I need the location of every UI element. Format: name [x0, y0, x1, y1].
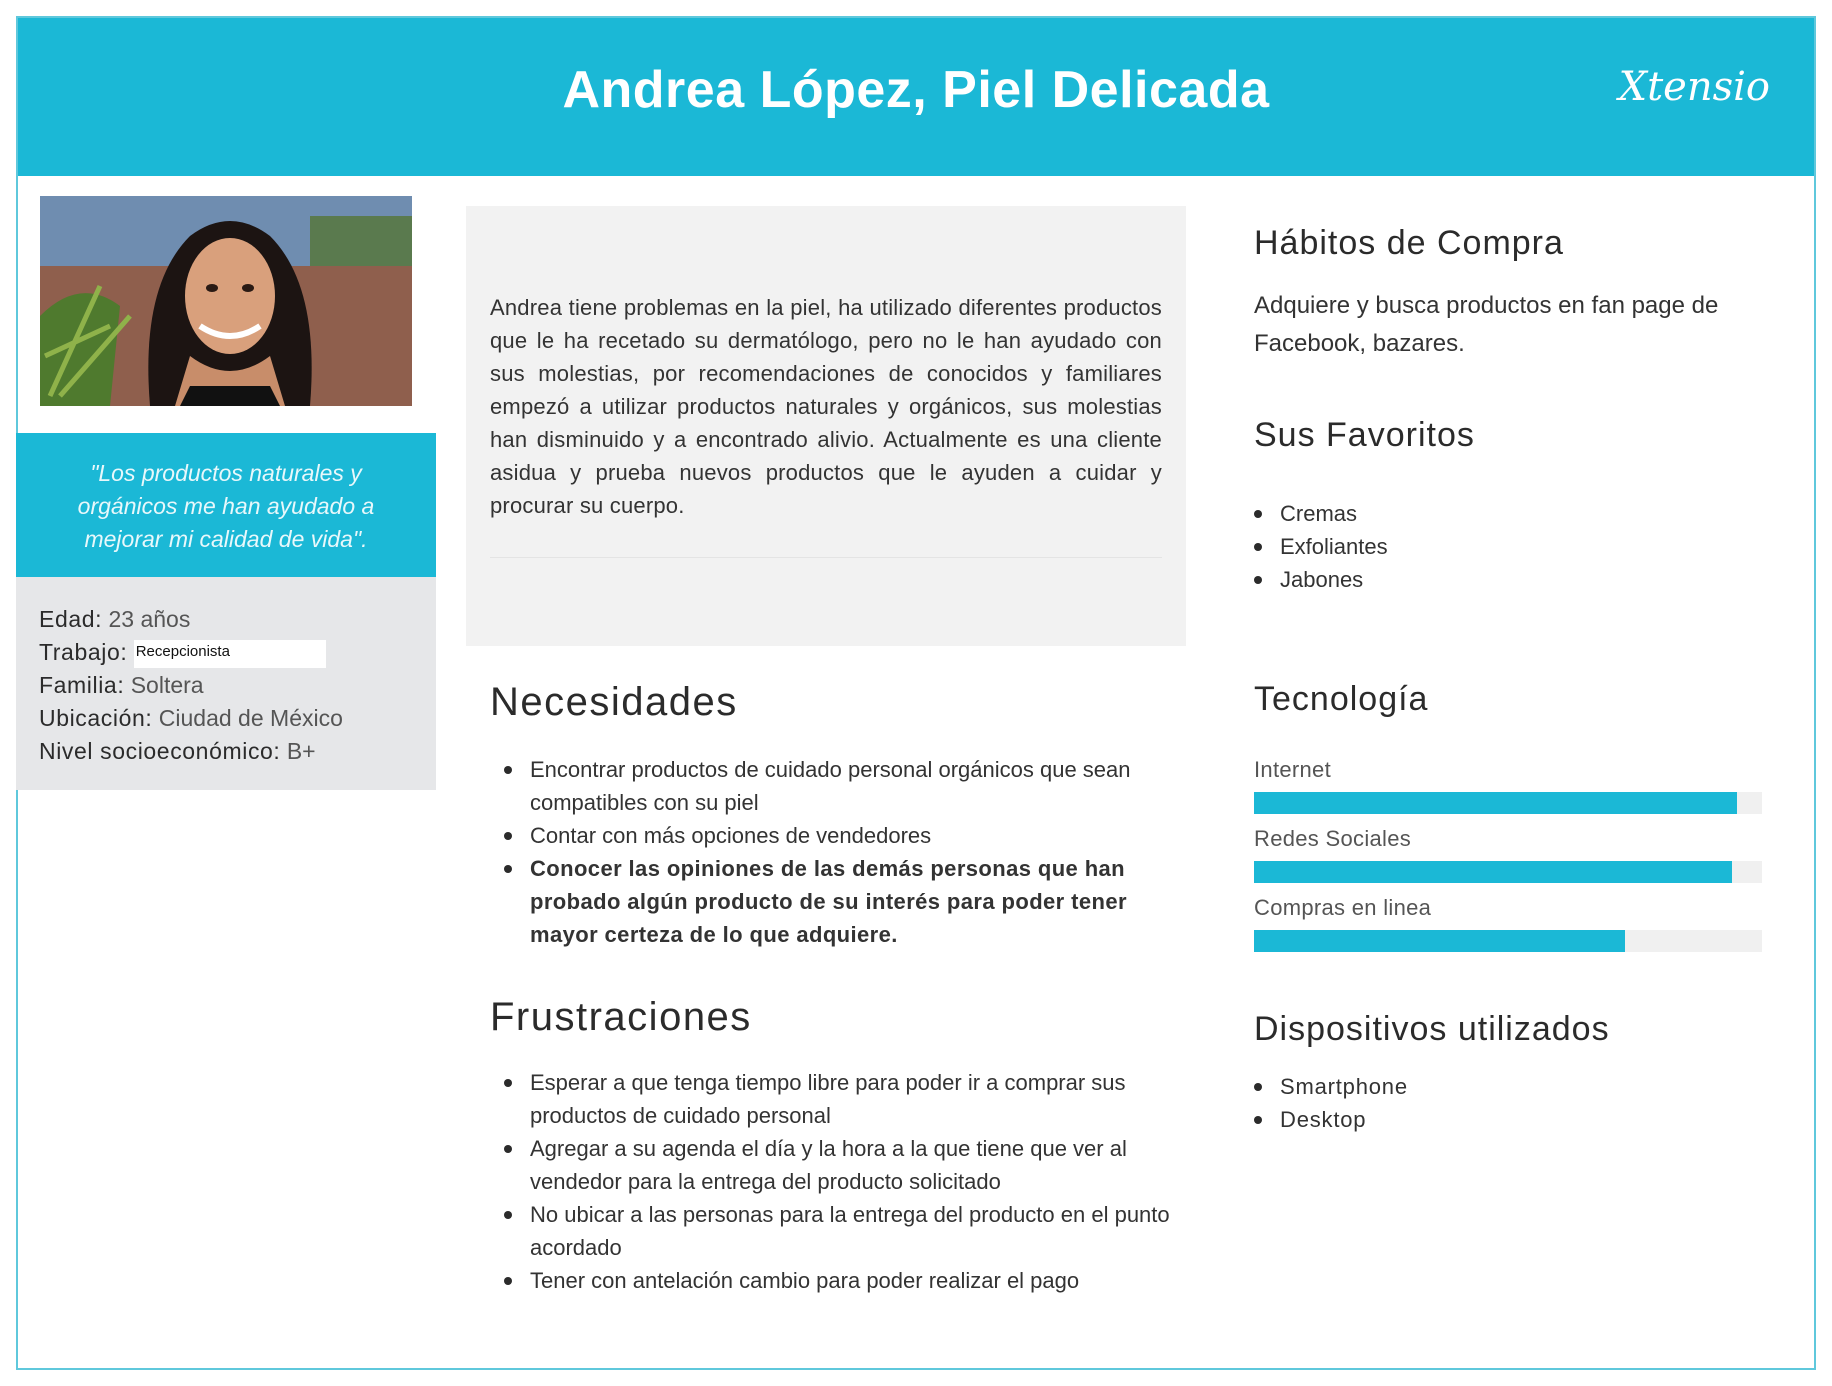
list-item: Encontrar productos de cuidado personal … — [504, 753, 1194, 819]
bio-panel: Andrea tiene problemas en la piel, ha ut… — [466, 206, 1186, 646]
persona-quote: "Los productos naturales y orgánicos me … — [16, 433, 436, 577]
tech-bar-fill — [1254, 861, 1732, 883]
list-item: Jabones — [1254, 563, 1388, 596]
tech-bar-social — [1254, 861, 1762, 883]
detail-family: Familia: Soltera — [39, 672, 204, 698]
list-item: Cremas — [1254, 497, 1388, 530]
tech-bar-internet — [1254, 792, 1762, 814]
tech-bar-online-shopping — [1254, 930, 1762, 952]
needs-title: Necesidades — [490, 680, 738, 724]
tech-label-social: Redes Sociales — [1254, 826, 1412, 851]
list-item: No ubicar a las personas para la entrega… — [504, 1198, 1194, 1264]
needs-list: Encontrar productos de cuidado personal … — [504, 753, 1194, 951]
list-item: Exfoliantes — [1254, 530, 1388, 563]
tech-bar-fill — [1254, 930, 1625, 952]
tech-label-online-shopping: Compras en linea — [1254, 895, 1432, 920]
technology-title: Tecnología — [1254, 680, 1429, 718]
detail-location: Ubicación: Ciudad de México — [39, 705, 343, 731]
list-item: Smartphone — [1254, 1070, 1408, 1103]
profile-photo — [40, 196, 412, 406]
favorites-title: Sus Favoritos — [1254, 416, 1475, 454]
list-item: Contar con más opciones de vendedores — [504, 819, 1194, 852]
list-item: Desktop — [1254, 1103, 1408, 1136]
persona-details: Edad: 23 años Trabajo: Recepcionista Fam… — [16, 577, 436, 790]
header: Andrea López, Piel Delicada Xtensio — [18, 18, 1814, 176]
devices-title: Dispositivos utilizados — [1254, 1010, 1610, 1048]
bio-divider — [490, 557, 1162, 558]
tech-bar-fill — [1254, 792, 1737, 814]
list-item: Esperar a que tenga tiempo libre para po… — [504, 1066, 1194, 1132]
page-title: Andrea López, Piel Delicada — [562, 61, 1270, 119]
list-item: Tener con antelación cambio para poder r… — [504, 1264, 1194, 1297]
habits-title: Hábitos de Compra — [1254, 224, 1564, 262]
frustrations-title: Frustraciones — [490, 995, 752, 1039]
brand-logo: Xtensio — [1618, 64, 1770, 110]
habits-text: Adquiere y busca productos en fan page d… — [1254, 292, 1719, 357]
favorites-list: Cremas Exfoliantes Jabones — [1254, 497, 1388, 596]
detail-job: Trabajo: Recepcionista — [39, 636, 413, 669]
job-field[interactable]: Recepcionista — [133, 639, 326, 668]
devices-list: Smartphone Desktop — [1254, 1070, 1408, 1136]
frustrations-list: Esperar a que tenga tiempo libre para po… — [504, 1066, 1194, 1297]
detail-age: Edad: 23 años — [39, 606, 191, 632]
tech-label-internet: Internet — [1254, 757, 1332, 782]
list-item: Conocer las opiniones de las demás perso… — [504, 852, 1194, 951]
detail-socioeconomic: Nivel socioeconómico: B+ — [39, 738, 316, 764]
list-item: Agregar a su agenda el día y la hora a l… — [504, 1132, 1194, 1198]
bio-text: Andrea tiene problemas en la piel, ha ut… — [490, 295, 1162, 518]
